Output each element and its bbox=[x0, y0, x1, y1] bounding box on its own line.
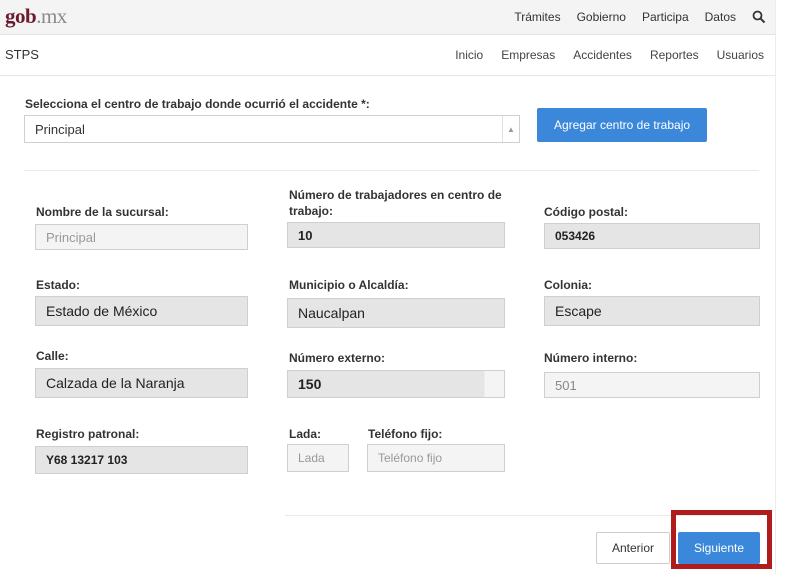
municipality-field[interactable]: Naucalpan bbox=[287, 298, 505, 328]
logo-main: gob bbox=[5, 4, 37, 28]
add-work-center-button[interactable]: Agregar centro de trabajo bbox=[537, 108, 707, 142]
work-center-select-value: Principal bbox=[35, 121, 85, 137]
top-nav-datos[interactable]: Datos bbox=[705, 10, 736, 24]
street-field[interactable]: Calzada de la Naranja bbox=[35, 368, 248, 398]
divider bbox=[24, 170, 759, 171]
chevron-down-icon[interactable]: ▲ bbox=[502, 116, 519, 142]
postal-code-field[interactable]: 053426 bbox=[544, 223, 760, 249]
logo-domain: .mx bbox=[36, 4, 67, 28]
top-nav-participa[interactable]: Participa bbox=[642, 10, 689, 24]
top-bar: gob.mx Trámites Gobierno Participa Datos bbox=[0, 0, 776, 35]
phone-label: Teléfono fijo: bbox=[368, 427, 443, 441]
sub-nav-inicio[interactable]: Inicio bbox=[455, 48, 483, 62]
external-number-field[interactable]: 150 bbox=[287, 370, 505, 398]
previous-button[interactable]: Anterior bbox=[596, 532, 670, 564]
workers-count-field[interactable]: 10 bbox=[287, 222, 505, 248]
neighborhood-field[interactable]: Escape bbox=[544, 296, 760, 326]
gob-mx-logo[interactable]: gob.mx bbox=[5, 4, 67, 29]
municipality-label: Municipio o Alcaldía: bbox=[289, 278, 409, 292]
search-icon[interactable] bbox=[752, 10, 766, 24]
work-center-select[interactable]: Principal ▲ bbox=[24, 115, 520, 143]
workers-count-label: Número de trabajadores en centro de trab… bbox=[289, 188, 502, 218]
sub-bar: STPS Inicio Empresas Accidentes Reportes… bbox=[0, 35, 776, 76]
branch-name-label: Nombre de la sucursal: bbox=[36, 205, 169, 219]
sub-nav-empresas[interactable]: Empresas bbox=[501, 48, 555, 62]
employer-registration-field[interactable]: Y68 13217 103 bbox=[35, 446, 248, 474]
area-code-label: Lada: bbox=[289, 427, 322, 441]
employer-registration-label: Registro patronal: bbox=[36, 427, 140, 441]
sub-nav-usuarios[interactable]: Usuarios bbox=[717, 48, 764, 62]
neighborhood-label: Colonia: bbox=[544, 278, 592, 292]
select-center-label: Selecciona el centro de trabajo donde oc… bbox=[25, 97, 370, 111]
street-label: Calle: bbox=[36, 349, 69, 363]
internal-number-label: Número interno: bbox=[544, 351, 638, 365]
branch-name-field[interactable]: Principal bbox=[35, 224, 248, 250]
sub-nav-reportes[interactable]: Reportes bbox=[650, 48, 699, 62]
external-number-label: Número externo: bbox=[289, 351, 386, 365]
brand-stps[interactable]: STPS bbox=[5, 47, 39, 62]
top-nav-gobierno[interactable]: Gobierno bbox=[577, 10, 626, 24]
phone-field[interactable]: Teléfono fijo bbox=[367, 444, 505, 472]
scrollbar[interactable] bbox=[775, 0, 800, 574]
postal-code-label: Código postal: bbox=[544, 205, 628, 219]
top-nav-tramites[interactable]: Trámites bbox=[514, 10, 560, 24]
area-code-field[interactable]: Lada bbox=[287, 444, 349, 472]
sub-nav-accidentes[interactable]: Accidentes bbox=[573, 48, 632, 62]
internal-number-field[interactable]: 501 bbox=[544, 372, 760, 398]
top-nav: Trámites Gobierno Participa Datos bbox=[514, 0, 776, 34]
sub-nav: Inicio Empresas Accidentes Reportes Usua… bbox=[437, 35, 764, 75]
state-field[interactable]: Estado de México bbox=[35, 296, 248, 326]
state-label: Estado: bbox=[36, 278, 81, 292]
next-button-highlight bbox=[671, 510, 772, 569]
